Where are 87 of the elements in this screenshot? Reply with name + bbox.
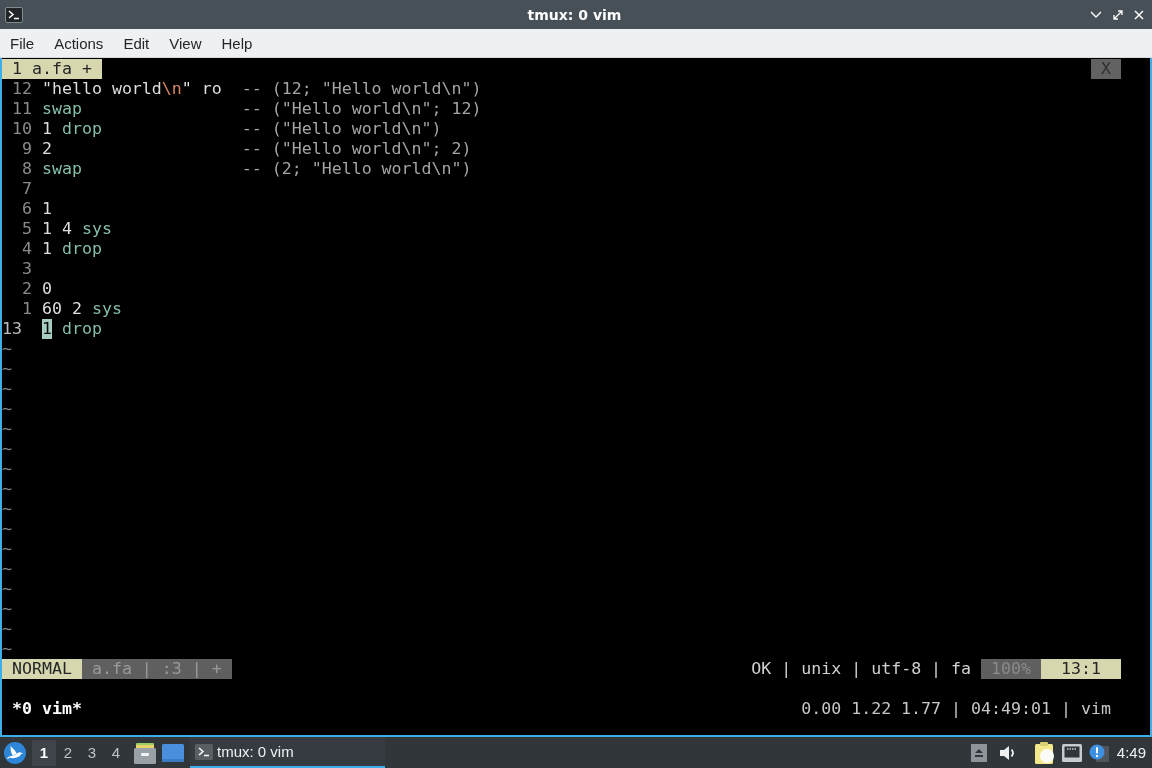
code-token: sys <box>91 299 122 319</box>
code-token: swap <box>41 99 82 119</box>
code-token: 2 <box>71 299 82 319</box>
minimize-icon[interactable] <box>1090 11 1102 18</box>
code-token: 1 <box>41 119 52 139</box>
tilde-marker: ~ <box>2 419 12 439</box>
close-icon[interactable] <box>1134 9 1144 20</box>
tilde-marker: ~ <box>2 499 12 519</box>
tilde-marker: ~ <box>2 479 12 499</box>
cursor-position: 13:1 <box>1041 659 1121 679</box>
tilde-marker: ~ <box>2 519 12 539</box>
code-token: drop <box>61 239 102 259</box>
eject-icon[interactable] <box>970 743 987 762</box>
code-token: " <box>181 79 192 99</box>
mode-indicator: NORMAL <box>2 659 82 679</box>
code-token: drop <box>61 119 102 139</box>
tmux-window-label[interactable]: *0 vim* <box>12 699 82 719</box>
tilde-marker: ~ <box>2 579 12 599</box>
tilde-marker: ~ <box>2 439 12 459</box>
tilde-marker: ~ <box>2 619 12 639</box>
code-token: 1 <box>41 239 52 259</box>
menu-item[interactable]: Edit <box>113 30 160 56</box>
code-token: 1 <box>41 219 52 239</box>
code-token: \n <box>161 79 182 99</box>
menu-item[interactable]: File <box>0 30 45 56</box>
code-comment: -- (2; "Hello world\n") <box>241 159 472 179</box>
screen-icon[interactable] <box>162 743 184 762</box>
desktop-switch[interactable]: 3 <box>80 739 104 766</box>
file-cabinet-icon[interactable] <box>134 741 156 764</box>
menu-item[interactable]: Actions <box>44 30 114 56</box>
tilde-marker: ~ <box>2 599 12 619</box>
line-number: 13 <box>2 319 23 339</box>
line-number: 7 <box>20 179 32 199</box>
code-token: 0 <box>41 279 52 299</box>
alert-icon[interactable] <box>1088 743 1109 762</box>
line-number: 2 <box>20 279 32 299</box>
code-token: 1 <box>41 199 52 219</box>
tilde-marker: ~ <box>2 359 12 379</box>
desktop-switch[interactable]: 1 <box>32 739 56 766</box>
code-token: "hello world <box>41 79 162 99</box>
line-number: 11 <box>11 99 32 119</box>
code-token: sys <box>81 219 112 239</box>
tmux-status-info: 0.00 1.22 1.77 | 04:49:01 | vim <box>801 699 1111 719</box>
line-number: 4 <box>20 239 32 259</box>
tilde-marker: ~ <box>2 339 12 359</box>
menu-item[interactable]: Help <box>211 30 263 56</box>
line-number: 1 <box>20 299 32 319</box>
tilde-marker: ~ <box>2 559 12 579</box>
line-number: 9 <box>20 139 32 159</box>
code-token: ro <box>201 79 222 99</box>
speaker-icon[interactable] <box>998 744 1017 761</box>
tilde-marker: ~ <box>2 379 12 399</box>
line-number: 6 <box>20 199 32 219</box>
line-number: 3 <box>20 259 32 279</box>
line-number: 12 <box>11 79 32 99</box>
maximize-icon[interactable] <box>1113 9 1123 20</box>
bird-icon[interactable] <box>4 741 26 764</box>
code-comment: -- (12; "Hello world\n") <box>241 79 482 99</box>
file-format-info: OK | unix | utf-8 | fa <box>751 659 972 679</box>
file-info: a.fa | :3 | + <box>81 659 232 679</box>
terminal-icon[interactable] <box>5 6 23 23</box>
code-token: swap <box>41 159 82 179</box>
network-port-icon[interactable] <box>1061 743 1082 762</box>
line-number: 5 <box>20 219 32 239</box>
code-token: 60 <box>41 299 62 319</box>
task-button[interactable]: tmux: 0 vim <box>190 737 385 768</box>
clipboard-icon[interactable] <box>1034 741 1055 764</box>
menu-item[interactable]: View <box>159 30 212 56</box>
tilde-marker: ~ <box>2 639 12 659</box>
line-number: 10 <box>11 119 32 139</box>
tilde-marker: ~ <box>2 399 12 419</box>
tilde-marker: ~ <box>2 459 12 479</box>
text-cursor: 1 <box>41 319 52 339</box>
code-token: 4 <box>61 219 72 239</box>
code-comment: -- ("Hello world\n"; 12) <box>241 99 482 119</box>
clock: 4:49 <box>1116 744 1146 761</box>
tilde-marker: ~ <box>2 539 12 559</box>
terminal-icon <box>195 743 213 760</box>
desktop-switch[interactable]: 4 <box>104 739 128 766</box>
window-title: tmux: 0 vim <box>527 6 622 23</box>
code-token: drop <box>61 319 102 339</box>
vim-tab[interactable]: 1 a.fa + <box>2 59 102 79</box>
code-comment: -- ("Hello world\n"; 2) <box>241 139 472 159</box>
code-token: 2 <box>41 139 52 159</box>
line-number: 8 <box>20 159 32 179</box>
desktop-switch[interactable]: 2 <box>56 739 80 766</box>
code-comment: -- ("Hello world\n") <box>241 119 442 139</box>
